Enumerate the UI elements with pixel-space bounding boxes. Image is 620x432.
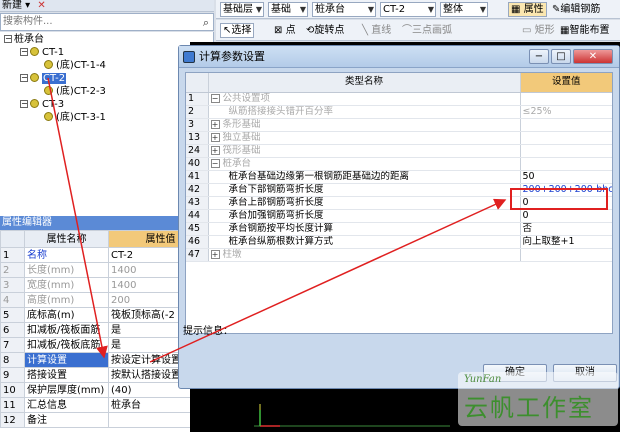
table-row-group[interactable]: 3 + 条形基础 xyxy=(186,118,612,132)
three-point-arc-button[interactable]: ⌒三点画弧 xyxy=(402,24,452,37)
tree-node-root[interactable]: − 桩承台 xyxy=(4,34,44,46)
arc-icon: ⌒ xyxy=(402,25,412,36)
tree-node[interactable]: (底)CT-2-3 xyxy=(44,86,106,98)
line-button[interactable]: ╲ 直线 xyxy=(362,24,391,37)
attribute-button[interactable]: ▦ 属性 xyxy=(508,2,547,17)
tree-node-label: CT-1 xyxy=(42,47,65,58)
chevron-down-icon: ▼ xyxy=(255,5,262,14)
hint-label: 提示信息： xyxy=(183,326,233,337)
table-header: 类型名称 设置值 xyxy=(186,73,612,93)
dialog-titlebar: 计算参数设置 − □ ✕ xyxy=(179,46,619,68)
delete-icon[interactable]: ✕ xyxy=(37,0,45,11)
expand-icon[interactable]: + xyxy=(210,132,220,142)
annotation-highlight-box xyxy=(510,188,608,210)
table-row[interactable]: 44 承台加强钢筋弯折长度 0 xyxy=(186,209,612,223)
component-icon xyxy=(44,86,53,95)
table-row-group[interactable]: 40− 桩承台 xyxy=(186,157,612,171)
floor-select[interactable]: 基础层 ▼ xyxy=(220,2,264,17)
tree-node[interactable]: − CT-1 xyxy=(20,47,64,59)
canvas-grid xyxy=(254,404,450,427)
scope-select[interactable]: 整体 ▼ xyxy=(440,2,488,17)
tree-node-label: CT-2 xyxy=(42,73,67,84)
search-placeholder: 搜索构件... xyxy=(3,16,53,27)
expand-icon[interactable]: + xyxy=(210,119,220,129)
tree-node[interactable]: − CT-3 xyxy=(20,99,64,111)
table-row[interactable]: 12 备注 xyxy=(0,412,213,428)
smart-layout-button[interactable]: ▦智能布置 xyxy=(560,24,609,37)
component-icon xyxy=(44,112,53,121)
main-toolbar-top: 基础层 ▼ 基础 ▼ 桩承台 ▼ CT-2 ▼ 整体 ▼ ▦ 属性 ✎编辑钢筋 xyxy=(216,0,620,19)
component-icon xyxy=(30,99,39,108)
close-button[interactable]: ✕ xyxy=(573,49,613,64)
collapse-icon[interactable]: − xyxy=(210,93,220,103)
tree-node-label: 桩承台 xyxy=(14,34,44,45)
rectangle-icon: ▭ xyxy=(522,25,532,36)
table-row[interactable]: 2 纵筋搭接接头错开百分率 ≤25% xyxy=(186,105,612,119)
select-button[interactable]: ↖选择 xyxy=(220,23,255,38)
tree-node-label: (底)CT-2-3 xyxy=(56,86,106,97)
watermark-text: 云帆工作室 xyxy=(464,394,594,422)
table-row-group[interactable]: 13 + 独立基础 xyxy=(186,131,612,145)
search-icon[interactable]: ⌕ xyxy=(203,15,209,31)
point-icon: ⊠ xyxy=(274,25,283,36)
col-header-setting-value: 设置值 xyxy=(519,73,612,93)
rotate-point-button[interactable]: ⟲旋转点 xyxy=(306,24,344,37)
component-icon xyxy=(44,60,53,69)
tree-node[interactable]: (底)CT-3-1 xyxy=(44,112,106,124)
table-icon: ▦ xyxy=(511,4,521,15)
collapse-icon[interactable]: − xyxy=(210,158,220,168)
watermark-subtext: YunFan xyxy=(464,374,502,385)
table-row-group[interactable]: 1− 公共设置项 xyxy=(186,92,612,106)
left-toolbar: 新建 ▾ ✕ xyxy=(0,0,214,12)
tree-node-label: CT-3 xyxy=(42,99,65,110)
table-row[interactable]: 11 汇总信息 桩承台 xyxy=(0,397,213,413)
tree-node-label: (底)CT-1-4 xyxy=(56,60,106,71)
tree-node-selected[interactable]: − CT-2 xyxy=(20,73,67,85)
table-row[interactable]: 41 桩承台基础边缘第一根钢筋距基础边的距离 50 xyxy=(186,170,612,184)
point-button[interactable]: ⊠ 点 xyxy=(274,24,296,37)
component-select[interactable]: CT-2 ▼ xyxy=(380,2,436,17)
expand-icon[interactable]: + xyxy=(210,249,220,259)
chevron-down-icon: ▼ xyxy=(367,5,374,14)
chevron-down-icon: ▼ xyxy=(479,5,486,14)
main-toolbar-draw: ↖选择 ⊠ 点 ⟲旋转点 ╲ 直线 ⌒三点画弧 ▭ 矩形 ▦智能布置 xyxy=(216,20,620,41)
app-icon xyxy=(183,51,195,63)
expand-icon[interactable]: + xyxy=(210,145,220,155)
maximize-button[interactable]: □ xyxy=(551,49,571,64)
component-icon xyxy=(30,47,39,56)
table-row-group[interactable]: 24 + 筏形基础 xyxy=(186,144,612,158)
line-icon: ╲ xyxy=(362,25,369,36)
table-row-group[interactable]: 47 + 柱墩 xyxy=(186,248,612,262)
chevron-down-icon: ▼ xyxy=(427,5,434,14)
col-header-type-name: 类型名称 xyxy=(208,73,520,93)
search-input[interactable]: 搜索构件... ⌕ xyxy=(0,13,214,31)
chevron-down-icon: ▼ xyxy=(299,5,306,14)
type-select[interactable]: 桩承台 ▼ xyxy=(312,2,376,17)
tree-node[interactable]: (底)CT-1-4 xyxy=(44,60,106,72)
rectangle-button[interactable]: ▭ 矩形 xyxy=(522,24,555,37)
col-header-name: 属性名称 xyxy=(24,230,109,248)
dialog-title: 计算参数设置 xyxy=(199,50,265,63)
new-button[interactable]: 新建 ▾ xyxy=(2,0,30,11)
table-row[interactable]: 46 桩承台纵筋根数计算方式 向上取整+1 xyxy=(186,235,612,249)
category-select[interactable]: 基础 ▼ xyxy=(268,2,308,17)
component-icon xyxy=(30,73,39,82)
table-row[interactable]: 45 承台钢筋按平均长度计算否 xyxy=(186,222,612,236)
minimize-button[interactable]: − xyxy=(529,49,549,64)
calc-settings-dialog: 计算参数设置 − □ ✕ 类型名称 设置值 1− 公共设置项 2 纵筋搭接接头错开百… xyxy=(178,45,620,389)
watermark-logo: YunFan 云帆工作室 xyxy=(458,372,618,426)
edit-rebar-button[interactable]: ✎编辑钢筋 xyxy=(552,3,600,16)
tree-node-label: (底)CT-3-1 xyxy=(56,112,106,123)
